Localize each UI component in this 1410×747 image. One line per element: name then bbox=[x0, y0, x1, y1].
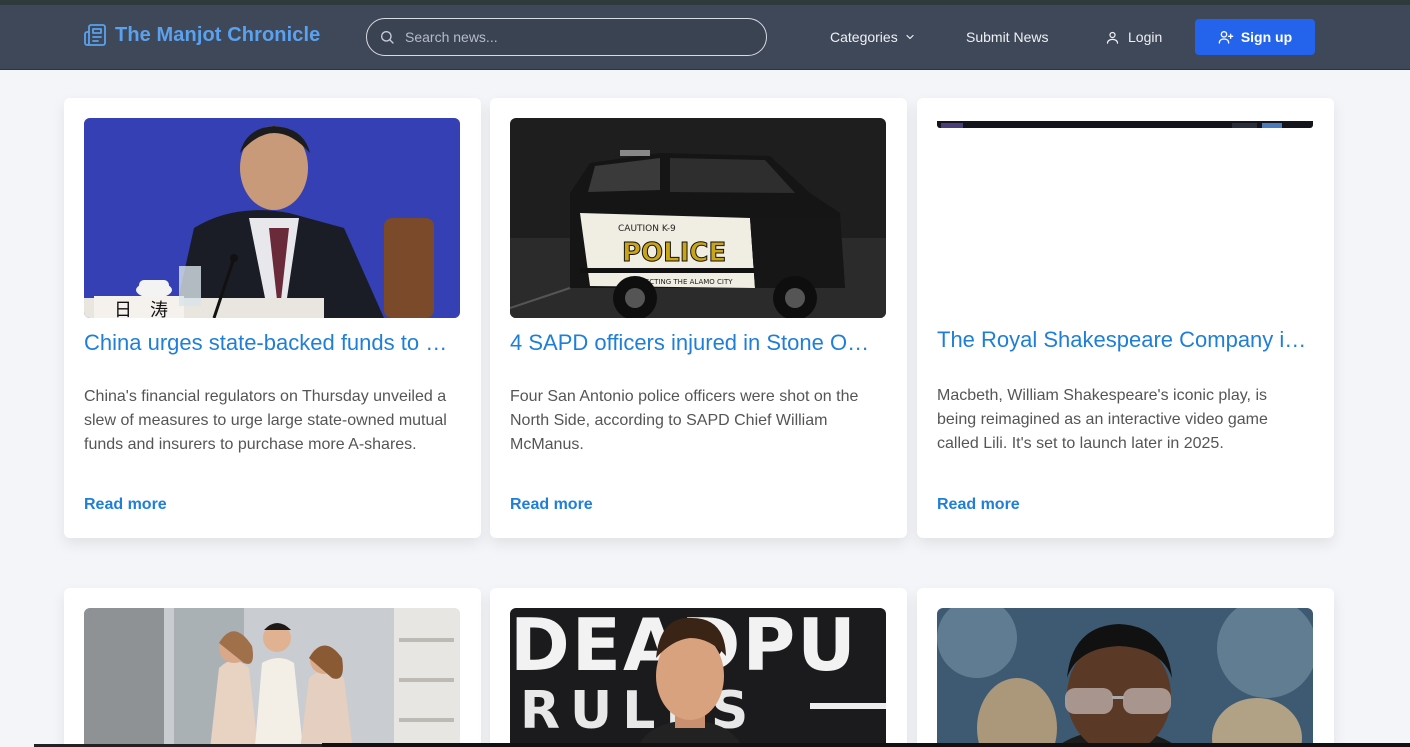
news-image[interactable]: 日 涛 bbox=[84, 118, 460, 318]
news-card bbox=[917, 588, 1334, 747]
news-card: POLICE CAUTION K-9 PROTECTING THE ALAMO … bbox=[490, 98, 907, 538]
navbar: The Manjot Chronicle Categories Submit N… bbox=[0, 5, 1410, 70]
news-card bbox=[64, 588, 481, 747]
news-title[interactable]: The Royal Shakespeare Company i… bbox=[937, 327, 1313, 353]
search-box[interactable] bbox=[366, 18, 767, 56]
news-card: DEADPU RULES bbox=[490, 588, 907, 747]
user-plus-icon bbox=[1218, 31, 1234, 44]
signup-button[interactable]: Sign up bbox=[1195, 19, 1315, 55]
news-image[interactable]: DEADPU RULES bbox=[510, 608, 886, 747]
search-input[interactable] bbox=[405, 29, 735, 45]
news-card: The Royal Shakespeare Company i… Macbeth… bbox=[917, 98, 1334, 538]
svg-text:日 涛: 日 涛 bbox=[114, 300, 168, 318]
search-icon bbox=[381, 31, 394, 44]
caution-text: CAUTION K-9 bbox=[618, 224, 676, 234]
news-image[interactable]: POLICE CAUTION K-9 PROTECTING THE ALAMO … bbox=[510, 118, 886, 318]
read-more-link[interactable]: Read more bbox=[84, 496, 167, 514]
nav-login[interactable]: Login bbox=[1105, 29, 1162, 45]
read-more-link[interactable]: Read more bbox=[510, 496, 593, 514]
news-title[interactable]: China urges state-backed funds to … bbox=[84, 330, 460, 356]
horizontal-scrollbar-thumb[interactable] bbox=[322, 743, 1410, 747]
brand-title: The Manjot Chronicle bbox=[115, 23, 321, 46]
news-summary: China's financial regulators on Thursday… bbox=[84, 388, 447, 453]
news-image[interactable] bbox=[84, 608, 460, 747]
read-more-link[interactable]: Read more bbox=[937, 496, 1020, 514]
news-summary: Macbeth, William Shakespeare's iconic pl… bbox=[937, 387, 1268, 452]
nav-login-label: Login bbox=[1128, 29, 1163, 45]
news-summary: Four San Antonio police officers were sh… bbox=[510, 388, 859, 453]
nav-categories-label: Categories bbox=[830, 29, 898, 45]
nav-categories[interactable]: Categories bbox=[830, 29, 916, 45]
chevron-down-icon bbox=[906, 34, 914, 40]
news-image[interactable] bbox=[937, 608, 1313, 747]
nav-submit-label: Submit News bbox=[966, 29, 1049, 45]
newspaper-icon bbox=[84, 24, 106, 46]
nav-submit-news[interactable]: Submit News bbox=[966, 29, 1048, 45]
signup-label: Sign up bbox=[1240, 29, 1293, 45]
news-card: 日 涛 China urges state-backed funds to … … bbox=[64, 98, 481, 538]
brand[interactable]: The Manjot Chronicle bbox=[83, 23, 320, 47]
police-text: POLICE bbox=[622, 238, 726, 268]
news-title[interactable]: 4 SAPD officers injured in Stone O… bbox=[510, 330, 886, 356]
user-icon bbox=[1106, 31, 1119, 44]
news-image[interactable] bbox=[937, 118, 1313, 128]
